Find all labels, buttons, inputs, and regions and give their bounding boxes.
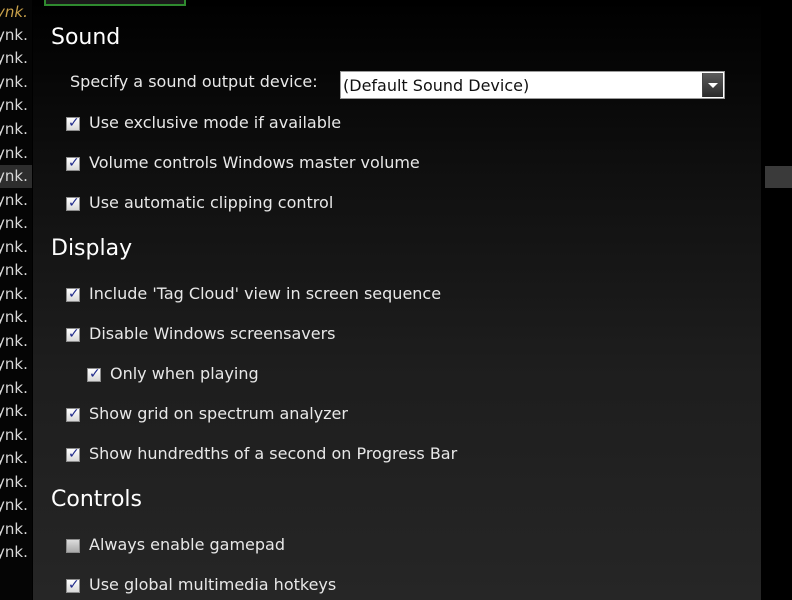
list-item[interactable]: ynk.	[0, 447, 32, 470]
list-item[interactable]: ynk.	[0, 400, 32, 423]
list-item[interactable]: ynk.	[0, 1, 32, 24]
list-item[interactable]: ynk.	[0, 283, 32, 306]
checkbox-exclusive-mode[interactable]: ✓	[66, 115, 80, 131]
checkbox-label: Show grid on spectrum analyzer	[89, 404, 348, 423]
list-item[interactable]: ynk.	[0, 71, 32, 94]
checkbox-spectrum-grid[interactable]: ✓	[66, 406, 80, 422]
check-icon: ✓	[68, 406, 80, 422]
checkbox-clipping-control[interactable]: ✓	[66, 195, 80, 211]
settings-panel: Sound Specify a sound output device: (De…	[33, 0, 761, 600]
checkbox-label: Disable Windows screensavers	[89, 324, 336, 343]
section-title-display: Display	[51, 236, 133, 261]
check-icon: ✓	[68, 155, 80, 171]
sound-device-value: (Default Sound Device)	[343, 76, 530, 95]
sound-device-label: Specify a sound output device:	[70, 72, 318, 91]
list-item[interactable]: ynk.	[0, 353, 32, 376]
track-list: ynk. ynk. ynk. ynk. ynk. ynk. ynk. ynk. …	[0, 0, 32, 600]
list-item[interactable]: ynk.	[0, 471, 32, 494]
list-item[interactable]: ynk.	[0, 118, 32, 141]
list-item[interactable]: ynk.	[0, 494, 32, 517]
checkbox-tag-cloud[interactable]: ✓	[66, 286, 80, 302]
checkbox-multimedia-hotkeys[interactable]: ✓	[66, 577, 80, 593]
checkbox-master-volume[interactable]: ✓	[66, 155, 80, 171]
dropdown-button[interactable]	[702, 73, 723, 97]
check-icon: ✓	[89, 366, 101, 382]
section-title-sound: Sound	[51, 25, 121, 50]
list-item[interactable]: ynk.	[0, 541, 32, 564]
checkbox-label: Only when playing	[110, 364, 259, 383]
list-item[interactable]: ynk.	[0, 518, 32, 541]
list-item[interactable]: ynk.	[0, 47, 32, 70]
checkbox-label: Use exclusive mode if available	[89, 113, 342, 132]
list-item[interactable]: ynk.	[0, 212, 32, 235]
list-item[interactable]: ynk.	[0, 165, 32, 188]
check-icon: ✓	[68, 115, 80, 131]
list-item[interactable]: ynk.	[0, 94, 32, 117]
top-tab-button[interactable]	[44, 0, 186, 6]
section-title-controls: Controls	[51, 487, 142, 512]
chevron-down-icon	[708, 83, 718, 88]
list-item[interactable]: ynk.	[0, 142, 32, 165]
checkbox-label: Volume controls Windows master volume	[89, 153, 420, 172]
sound-device-select[interactable]: (Default Sound Device)	[340, 71, 725, 99]
list-item[interactable]: ynk.	[0, 236, 32, 259]
checkbox-label: Always enable gamepad	[89, 535, 285, 554]
check-icon: ✓	[68, 577, 80, 593]
checkbox-hundredths[interactable]: ✓	[66, 446, 80, 462]
checkbox-disable-screensavers[interactable]: ✓	[66, 326, 80, 342]
list-item[interactable]: ynk.	[0, 377, 32, 400]
checkbox-only-when-playing[interactable]: ✓	[87, 366, 101, 382]
check-icon: ✓	[68, 195, 80, 211]
list-item[interactable]: ynk.	[0, 330, 32, 353]
list-item[interactable]: ynk.	[0, 424, 32, 447]
checkbox-label: Use automatic clipping control	[89, 193, 334, 212]
checkbox-label: Use global multimedia hotkeys	[89, 575, 337, 594]
checkbox-label: Include 'Tag Cloud' view in screen seque…	[89, 284, 442, 303]
scrollbar-thumb[interactable]	[765, 166, 792, 188]
check-icon: ✓	[68, 286, 80, 302]
check-icon: ✓	[68, 446, 80, 462]
list-item[interactable]: ynk.	[0, 259, 32, 282]
check-icon: ✓	[68, 326, 80, 342]
list-item[interactable]: ynk.	[0, 306, 32, 329]
checkbox-label: Show hundredths of a second on Progress …	[89, 444, 458, 463]
checkbox-gamepad[interactable]	[66, 539, 80, 553]
list-item[interactable]: ynk.	[0, 24, 32, 47]
list-item[interactable]: ynk.	[0, 189, 32, 212]
